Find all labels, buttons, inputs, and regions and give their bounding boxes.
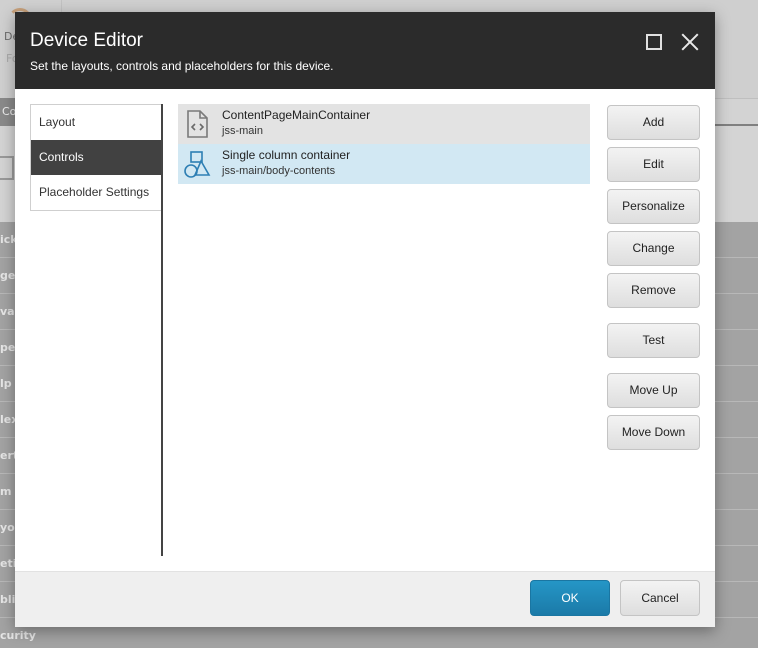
- edit-button[interactable]: Edit: [607, 147, 700, 182]
- ok-button[interactable]: OK: [530, 580, 610, 616]
- control-name: ContentPageMainContainer: [222, 108, 371, 122]
- cancel-button[interactable]: Cancel: [620, 580, 700, 616]
- test-button[interactable]: Test: [607, 323, 700, 358]
- device-editor-dialog: Device Editor Set the layouts, controls …: [15, 12, 715, 627]
- controls-list: ContentPageMainContainer jss-main Single…: [178, 104, 590, 184]
- list-item[interactable]: ContentPageMainContainer jss-main: [178, 104, 590, 144]
- nav-item-controls[interactable]: Controls: [31, 140, 162, 175]
- personalize-button[interactable]: Personalize: [607, 189, 700, 224]
- editor-nav: Layout Controls Placeholder Settings: [30, 104, 162, 211]
- maximize-icon[interactable]: [646, 34, 662, 50]
- background-file-icon: [0, 156, 14, 180]
- nav-item-placeholder-settings[interactable]: Placeholder Settings: [31, 175, 162, 210]
- change-button[interactable]: Change: [607, 231, 700, 266]
- control-placeholder: jss-main/body-contents: [222, 165, 336, 177]
- add-button[interactable]: Add: [607, 105, 700, 140]
- move-down-button[interactable]: Move Down: [607, 415, 700, 450]
- close-icon[interactable]: [679, 31, 701, 53]
- code-file-icon: [187, 110, 208, 138]
- control-placeholder: jss-main: [222, 125, 263, 137]
- nav-divider: [161, 104, 163, 556]
- dialog-subtitle: Set the layouts, controls and placeholde…: [30, 59, 334, 73]
- dialog-footer: OK Cancel: [15, 571, 715, 627]
- control-name: Single column container: [222, 148, 351, 162]
- dialog-header: Device Editor Set the layouts, controls …: [15, 12, 715, 89]
- shapes-icon: [184, 151, 211, 178]
- move-up-button[interactable]: Move Up: [607, 373, 700, 408]
- remove-button[interactable]: Remove: [607, 273, 700, 308]
- nav-item-layout[interactable]: Layout: [31, 105, 162, 140]
- dialog-title: Device Editor: [30, 30, 143, 51]
- list-item[interactable]: Single column container jss-main/body-co…: [178, 144, 590, 184]
